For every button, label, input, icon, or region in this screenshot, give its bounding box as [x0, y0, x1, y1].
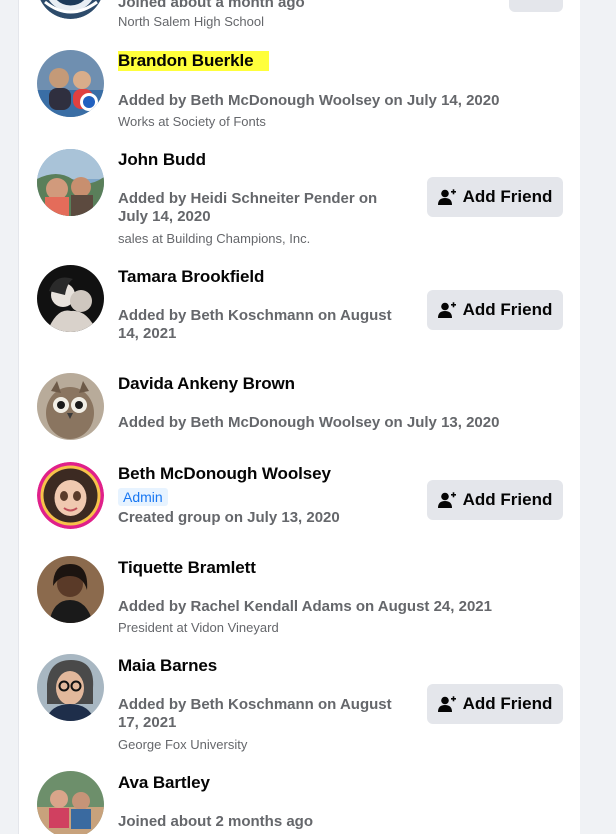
member-detail: Added by Beth McDonough Woolsey on July …: [118, 414, 500, 431]
avatar[interactable]: [37, 373, 104, 440]
avatar[interactable]: [37, 149, 104, 216]
member-detail: Joined about a month ago: [118, 0, 305, 11]
member-detail: Added by Beth Koschmann on August 17, 20…: [118, 696, 392, 731]
add-friend-icon: [437, 302, 456, 318]
member-subtext: Works at Society of Fonts: [118, 114, 266, 129]
add-friend-button[interactable]: Add Friend: [427, 684, 563, 724]
avatar[interactable]: [37, 265, 104, 332]
member-subtext: President at Vidon Vineyard: [118, 620, 279, 635]
member-name[interactable]: John Budd: [118, 150, 206, 170]
member-subtext: sales at Building Champions, Inc.: [118, 231, 311, 246]
member-action-button[interactable]: [509, 0, 563, 12]
member-detail: Added by Heidi Schneiter Pender on July …: [118, 190, 378, 225]
member-name[interactable]: Ava Bartley: [118, 773, 210, 793]
page-background: [580, 0, 616, 834]
add-friend-label: Add Friend: [462, 490, 553, 509]
admin-badge: Admin: [118, 488, 168, 506]
add-friend-icon: [437, 696, 456, 712]
avatar[interactable]: [37, 0, 104, 19]
add-friend-label: Add Friend: [462, 187, 553, 206]
member-name[interactable]: Beth McDonough Woolsey: [118, 464, 331, 484]
avatar[interactable]: [37, 556, 104, 623]
member-name[interactable]: Tamara Brookfield: [118, 267, 264, 287]
members-list: Joined about a month ago North Salem Hig…: [18, 0, 582, 834]
add-friend-label: Add Friend: [462, 300, 553, 319]
member-detail: Created group on July 13, 2020: [118, 509, 340, 526]
add-friend-button[interactable]: Add Friend: [427, 177, 563, 217]
member-subtext: North Salem High School: [118, 14, 264, 29]
avatar[interactable]: [37, 462, 104, 529]
member-name[interactable]: Maia Barnes: [118, 656, 217, 676]
add-friend-button[interactable]: Add Friend: [427, 290, 563, 330]
member-subtext: George Fox University: [118, 737, 248, 752]
avatar[interactable]: [37, 654, 104, 721]
member-detail: Joined about 2 months ago: [118, 813, 314, 830]
avatar[interactable]: [37, 771, 104, 834]
add-friend-icon: [437, 492, 456, 508]
member-detail: Added by Beth McDonough Woolsey on July …: [118, 92, 500, 109]
member-detail: Added by Beth Koschmann on August 14, 20…: [118, 307, 392, 342]
member-name[interactable]: Brandon Buerkle: [118, 51, 270, 71]
avatar[interactable]: [37, 50, 104, 117]
member-name[interactable]: Tiquette Bramlett: [118, 558, 256, 578]
member-detail: Added by Rachel Kendall Adams on August …: [118, 598, 492, 615]
member-name[interactable]: Davida Ankeny Brown: [118, 374, 295, 394]
add-friend-button[interactable]: Add Friend: [427, 480, 563, 520]
add-friend-label: Add Friend: [462, 694, 553, 713]
add-friend-icon: [437, 189, 456, 205]
